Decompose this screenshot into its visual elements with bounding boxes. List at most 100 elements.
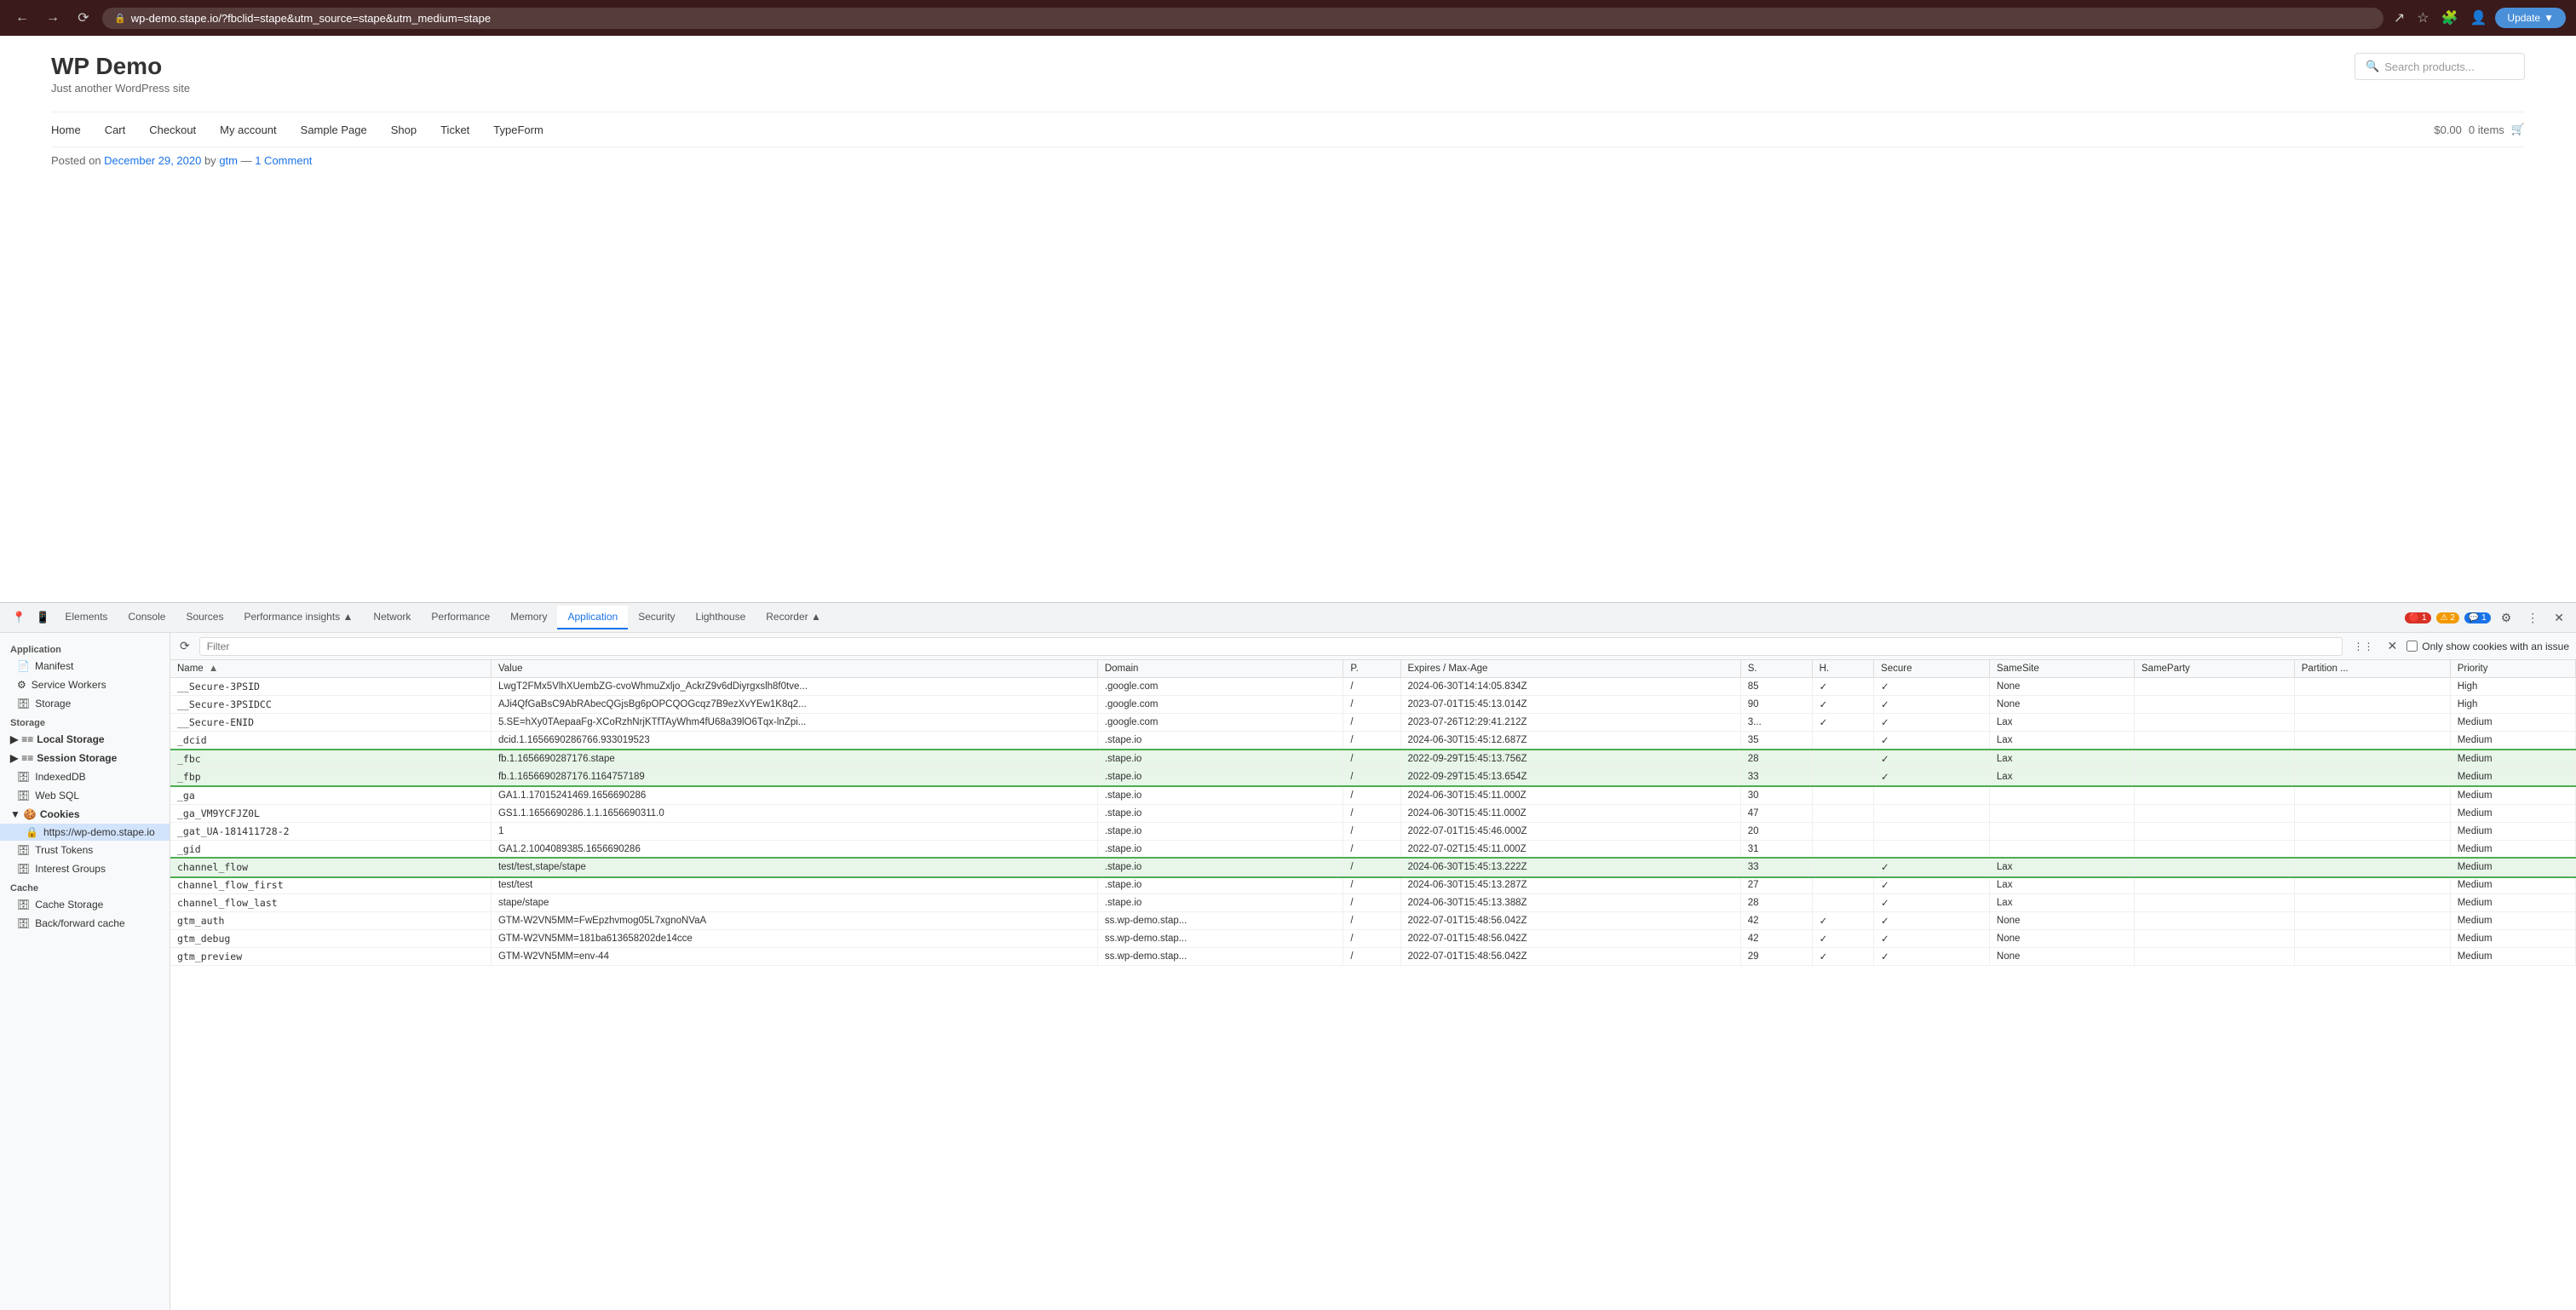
table-row[interactable]: gtm_authGTM-W2VN5MM=FwEpzhvmog05L7xgnoNV… [170,912,2576,930]
refresh-cookies-button[interactable]: ⟳ [177,636,193,656]
local-storage-label: Local Storage [37,733,104,745]
back-button[interactable]: ← [10,6,34,30]
sidebar-item-indexeddb[interactable]: 🗄 IndexedDB [0,767,170,786]
profile-button[interactable]: 👤 [2466,6,2490,30]
clear-filter-button[interactable]: ✕ [2385,636,2401,656]
error-badge: 🔴 1 [2405,612,2431,623]
sidebar-group-local-storage[interactable]: ▶ ≡≡ Local Storage [0,730,170,749]
session-storage-label: Session Storage [37,752,117,764]
sidebar-item-wp-demo-cookies[interactable]: 🔒 https://wp-demo.stape.io [0,824,170,841]
col-domain[interactable]: Domain [1097,660,1343,678]
col-secure[interactable]: Secure [1874,660,1990,678]
sidebar-item-interest-groups[interactable]: 🗄 Interest Groups [0,859,170,878]
bookmark-button[interactable]: ☆ [2413,6,2432,30]
sidebar-item-service-workers[interactable]: ⚙ Service Workers [0,675,170,694]
table-row[interactable]: _gidGA1.2.1004089385.1656690286.stape.io… [170,841,2576,859]
tab-memory[interactable]: Memory [500,606,557,629]
devtools-close-button[interactable]: ✕ [2549,607,2569,629]
sidebar-section-storage: Storage [0,713,170,730]
tab-sources[interactable]: Sources [175,606,233,629]
post-author-link[interactable]: gtm [219,154,238,167]
nav-typeform[interactable]: TypeForm [493,124,543,136]
col-httponly[interactable]: H. [1812,660,1873,678]
col-partition[interactable]: Partition ... [2294,660,2450,678]
issues-checkbox-label[interactable]: Only show cookies with an issue [2406,641,2569,652]
table-row[interactable]: channel_flowtest/test,stape/stape.stape.… [170,859,2576,876]
table-row[interactable]: gtm_debugGTM-W2VN5MM=181ba613658202de14c… [170,930,2576,948]
interest-groups-icon: 🗄 [17,863,30,875]
table-row[interactable]: _gaGA1.1.17015241469.1656690286.stape.io… [170,786,2576,805]
forward-button[interactable]: → [41,6,65,30]
issues-label: Only show cookies with an issue [2422,641,2569,652]
table-row[interactable]: _fbcfb.1.1656690287176.stape.stape.io/20… [170,750,2576,768]
col-value[interactable]: Value [491,660,1097,678]
sidebar-item-storage[interactable]: 🗄 Storage [0,694,170,713]
storage-icon: 🗄 [17,698,30,710]
tab-network[interactable]: Network [363,606,421,629]
address-bar[interactable]: 🔒 wp-demo.stape.io/?fbclid=stape&utm_sou… [102,8,2383,29]
nav-links: Home Cart Checkout My account Sample Pag… [51,124,543,136]
nav-checkout[interactable]: Checkout [149,124,196,136]
col-priority[interactable]: Priority [2450,660,2575,678]
nav-cart[interactable]: Cart [105,124,126,136]
tab-console[interactable]: Console [118,606,175,629]
site-subtitle: Just another WordPress site [51,82,190,95]
tab-performance-insights[interactable]: Performance insights ▲ [233,606,363,629]
nav-myaccount[interactable]: My account [220,124,276,136]
share-button[interactable]: ↗ [2390,6,2408,30]
devtools-body: Application 📄 Manifest ⚙ Service Workers… [0,633,2576,1310]
tab-recorder[interactable]: Recorder ▲ [756,606,831,629]
table-row[interactable]: gtm_previewGTM-W2VN5MM=env-44ss.wp-demo.… [170,948,2576,966]
table-row[interactable]: _fbpfb.1.1656690287176.1164757189.stape.… [170,768,2576,787]
sidebar-item-backforward-cache[interactable]: 🗄 Back/forward cache [0,914,170,933]
filter-options-button[interactable]: ⋮⋮ [2349,638,2378,655]
devtools-settings-button[interactable]: ⚙ [2496,607,2517,629]
update-button[interactable]: Update ▼ [2495,8,2566,28]
post-comments-link[interactable]: 1 Comment [255,154,312,167]
extensions-button[interactable]: 🧩 [2438,6,2462,30]
col-path[interactable]: P. [1343,660,1400,678]
cookies-table-wrapper[interactable]: Name ▲ Value Domain P. Expires / Max-Age… [170,660,2576,1310]
nav-samplepage[interactable]: Sample Page [301,124,367,136]
table-row[interactable]: channel_flow_firsttest/test.stape.io/202… [170,876,2576,894]
search-products-box[interactable]: 🔍 Search products... [2355,53,2525,80]
reload-button[interactable]: ⟳ [72,6,95,30]
table-row[interactable]: channel_flow_laststape/stape.stape.io/20… [170,894,2576,912]
tab-lighthouse[interactable]: Lighthouse [686,606,756,629]
col-expires[interactable]: Expires / Max-Age [1400,660,1740,678]
info-badge: 💬 1 [2464,612,2491,623]
interest-groups-label: Interest Groups [35,863,106,875]
tab-performance[interactable]: Performance [421,606,500,629]
col-samesite[interactable]: SameSite [1989,660,2134,678]
tab-security[interactable]: Security [628,606,685,629]
devtools-inspect-icon[interactable]: 📍 [7,607,31,628]
table-row[interactable]: __Secure-ENID5.SE=hXy0TAepaaFg-XCoRzhNrj… [170,714,2576,732]
col-name[interactable]: Name ▲ [170,660,491,678]
search-icon: 🔍 [2366,60,2379,73]
table-row[interactable]: _ga_VM9YCFJZ0LGS1.1.1656690286.1.1.16566… [170,805,2576,823]
nav-shop[interactable]: Shop [391,124,417,136]
sidebar-item-manifest[interactable]: 📄 Manifest [0,657,170,675]
sidebar-item-websql[interactable]: 🗄 Web SQL [0,786,170,805]
site-nav: Home Cart Checkout My account Sample Pag… [51,112,2525,147]
post-date-link[interactable]: December 29, 2020 [104,154,201,167]
issues-checkbox[interactable] [2406,641,2418,652]
devtools-more-button[interactable]: ⋮ [2521,607,2544,629]
filter-input[interactable] [199,637,2343,656]
nav-ticket[interactable]: Ticket [440,124,469,136]
indexeddb-label: IndexedDB [35,771,85,783]
col-sameparty[interactable]: SameParty [2134,660,2294,678]
sidebar-group-session-storage[interactable]: ▶ ≡≡ Session Storage [0,749,170,767]
sidebar-group-cookies[interactable]: ▼ 🍪 Cookies [0,805,170,824]
tab-elements[interactable]: Elements [55,606,118,629]
table-row[interactable]: _dciddcid.1.1656690286766.933019523.stap… [170,732,2576,750]
nav-home[interactable]: Home [51,124,81,136]
devtools-device-icon[interactable]: 📱 [31,607,55,628]
col-size[interactable]: S. [1740,660,1812,678]
table-row[interactable]: _gat_UA-181411728-21.stape.io/2022-07-01… [170,823,2576,841]
sidebar-item-cache-storage[interactable]: 🗄 Cache Storage [0,895,170,914]
table-row[interactable]: __Secure-3PSIDLwgT2FMx5VlhXUembZG-cvoWhm… [170,678,2576,696]
table-row[interactable]: __Secure-3PSIDCCAJi4QfGaBsC9AbRAbecQGjsB… [170,696,2576,714]
sidebar-item-trust-tokens[interactable]: 🗄 Trust Tokens [0,841,170,859]
tab-application[interactable]: Application [557,606,628,629]
